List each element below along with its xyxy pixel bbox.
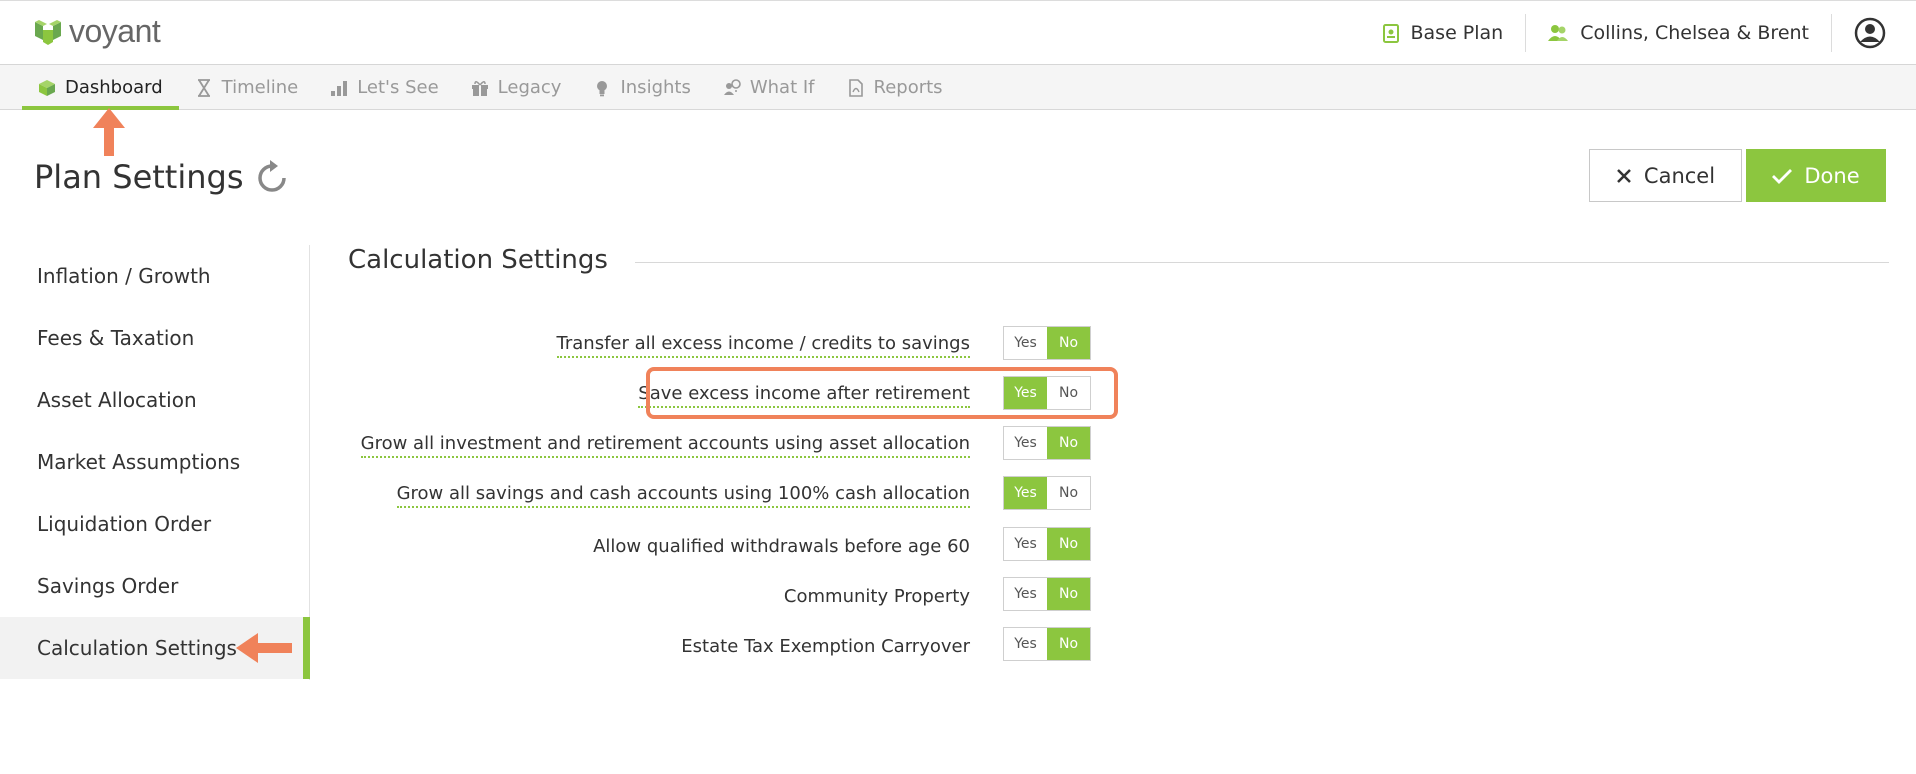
setting-label: Grow all investment and retirement accou…: [360, 433, 970, 458]
user-account-icon: [1854, 17, 1886, 49]
cube-icon: [39, 79, 55, 96]
people-question-icon: [723, 78, 741, 95]
sidebar-item-market-assumptions[interactable]: Market Assumptions: [0, 431, 309, 493]
setting-row-estate-tax-carryover: Estate Tax Exemption Carryover Yes No: [300, 619, 1200, 669]
toggle-no[interactable]: No: [1047, 327, 1090, 359]
toggle-no[interactable]: No: [1047, 477, 1090, 509]
toggle-yes[interactable]: Yes: [1004, 327, 1047, 359]
nav-tab-label: Let's See: [357, 77, 439, 98]
toggle-yes[interactable]: Yes: [1004, 628, 1047, 660]
yes-no-toggle[interactable]: Yes No: [1003, 426, 1091, 460]
toggle-yes[interactable]: Yes: [1004, 477, 1047, 509]
done-button-label: Done: [1804, 163, 1860, 188]
logo-text: voyant: [69, 13, 161, 49]
cancel-button[interactable]: Cancel: [1589, 149, 1742, 202]
base-plan-selector[interactable]: Base Plan: [1361, 14, 1527, 52]
lightbulb-icon: [597, 80, 608, 96]
sidebar-item-savings-order[interactable]: Savings Order: [0, 555, 309, 617]
toggle-no[interactable]: No: [1047, 427, 1090, 459]
setting-row-grow-investment-accounts: Grow all investment and retirement accou…: [300, 418, 1200, 468]
nav-tab-label: Legacy: [497, 77, 562, 98]
nav-tab-reports[interactable]: Reports: [831, 65, 959, 110]
yes-no-toggle[interactable]: Yes No: [1003, 326, 1091, 360]
plan-document-icon: [1382, 23, 1399, 43]
setting-label: Allow qualified withdrawals before age 6…: [593, 536, 970, 557]
gift-icon: [471, 80, 488, 96]
setting-row-community-property: Community Property Yes No: [300, 569, 1200, 619]
toggle-yes[interactable]: Yes: [1004, 528, 1047, 560]
nav-tab-what-if[interactable]: What If: [707, 65, 831, 110]
page-title: Plan Settings: [34, 158, 244, 196]
setting-label: Community Property: [783, 586, 970, 607]
user-menu[interactable]: [1832, 14, 1916, 52]
close-icon: [1617, 168, 1631, 183]
reset-refresh-icon[interactable]: [253, 159, 291, 197]
nav-tab-label: Timeline: [221, 77, 299, 98]
nav-tab-timeline[interactable]: Timeline: [179, 65, 315, 110]
annotation-highlight-box: [646, 367, 1118, 419]
sidebar-item-inflation-growth[interactable]: Inflation / Growth: [0, 245, 309, 307]
setting-row-qualified-withdrawals: Allow qualified withdrawals before age 6…: [300, 519, 1200, 569]
yes-no-toggle[interactable]: Yes No: [1003, 627, 1091, 661]
nav-tab-insights[interactable]: Insights: [577, 65, 706, 110]
toggle-no[interactable]: No: [1047, 578, 1090, 610]
top-header: voyant Base Plan Collins, Chelsea & Bren…: [0, 0, 1916, 65]
nav-tab-label: Dashboard: [65, 77, 163, 98]
main-nav-bar: Dashboard Timeline Let's See Legacy Insi…: [0, 65, 1916, 110]
setting-row-transfer-excess: Transfer all excess income / credits to …: [300, 318, 1200, 368]
settings-sidebar: Inflation / Growth Fees & Taxation Asset…: [0, 245, 310, 680]
setting-label: Estate Tax Exemption Carryover: [681, 636, 970, 657]
hourglass-icon: [197, 78, 210, 97]
setting-label: Grow all savings and cash accounts using…: [396, 483, 970, 508]
nav-tab-label: What If: [749, 77, 815, 98]
toggle-no[interactable]: No: [1047, 528, 1090, 560]
voyant-logo-icon: [35, 20, 61, 45]
nav-tab-label: Insights: [620, 77, 691, 98]
nav-tab-dashboard[interactable]: Dashboard: [22, 65, 179, 110]
toggle-yes[interactable]: Yes: [1004, 427, 1047, 459]
clients-icon: [1548, 25, 1569, 41]
sidebar-item-asset-allocation[interactable]: Asset Allocation: [0, 369, 309, 431]
voyant-logo[interactable]: voyant: [33, 13, 161, 49]
checkmark-icon: [1772, 168, 1793, 184]
nav-tab-legacy[interactable]: Legacy: [455, 65, 578, 110]
nav-tab-label: Reports: [873, 77, 943, 98]
sidebar-item-fees-taxation[interactable]: Fees & Taxation: [0, 307, 309, 369]
toggle-yes[interactable]: Yes: [1004, 578, 1047, 610]
annotation-arrow-up-icon: [93, 108, 125, 156]
yes-no-toggle[interactable]: Yes No: [1003, 476, 1091, 510]
yes-no-toggle[interactable]: Yes No: [1003, 577, 1091, 611]
setting-label: Transfer all excess income / credits to …: [556, 333, 970, 358]
section-divider: [635, 262, 1889, 263]
cancel-button-label: Cancel: [1643, 163, 1716, 188]
client-label: Collins, Chelsea & Brent: [1580, 22, 1809, 44]
setting-row-grow-savings-cash: Grow all savings and cash accounts using…: [300, 468, 1200, 518]
pdf-document-icon: [848, 78, 863, 97]
client-selector[interactable]: Collins, Chelsea & Brent: [1526, 14, 1832, 52]
annotation-arrow-left-icon: [236, 633, 292, 663]
section-title: Calculation Settings: [348, 245, 608, 275]
done-button[interactable]: Done: [1746, 149, 1886, 202]
nav-tab-lets-see[interactable]: Let's See: [314, 65, 454, 110]
sidebar-item-liquidation-order[interactable]: Liquidation Order: [0, 493, 309, 555]
base-plan-label: Base Plan: [1410, 22, 1504, 44]
toggle-no[interactable]: No: [1047, 628, 1090, 660]
yes-no-toggle[interactable]: Yes No: [1003, 527, 1091, 561]
bar-chart-icon: [331, 80, 348, 96]
